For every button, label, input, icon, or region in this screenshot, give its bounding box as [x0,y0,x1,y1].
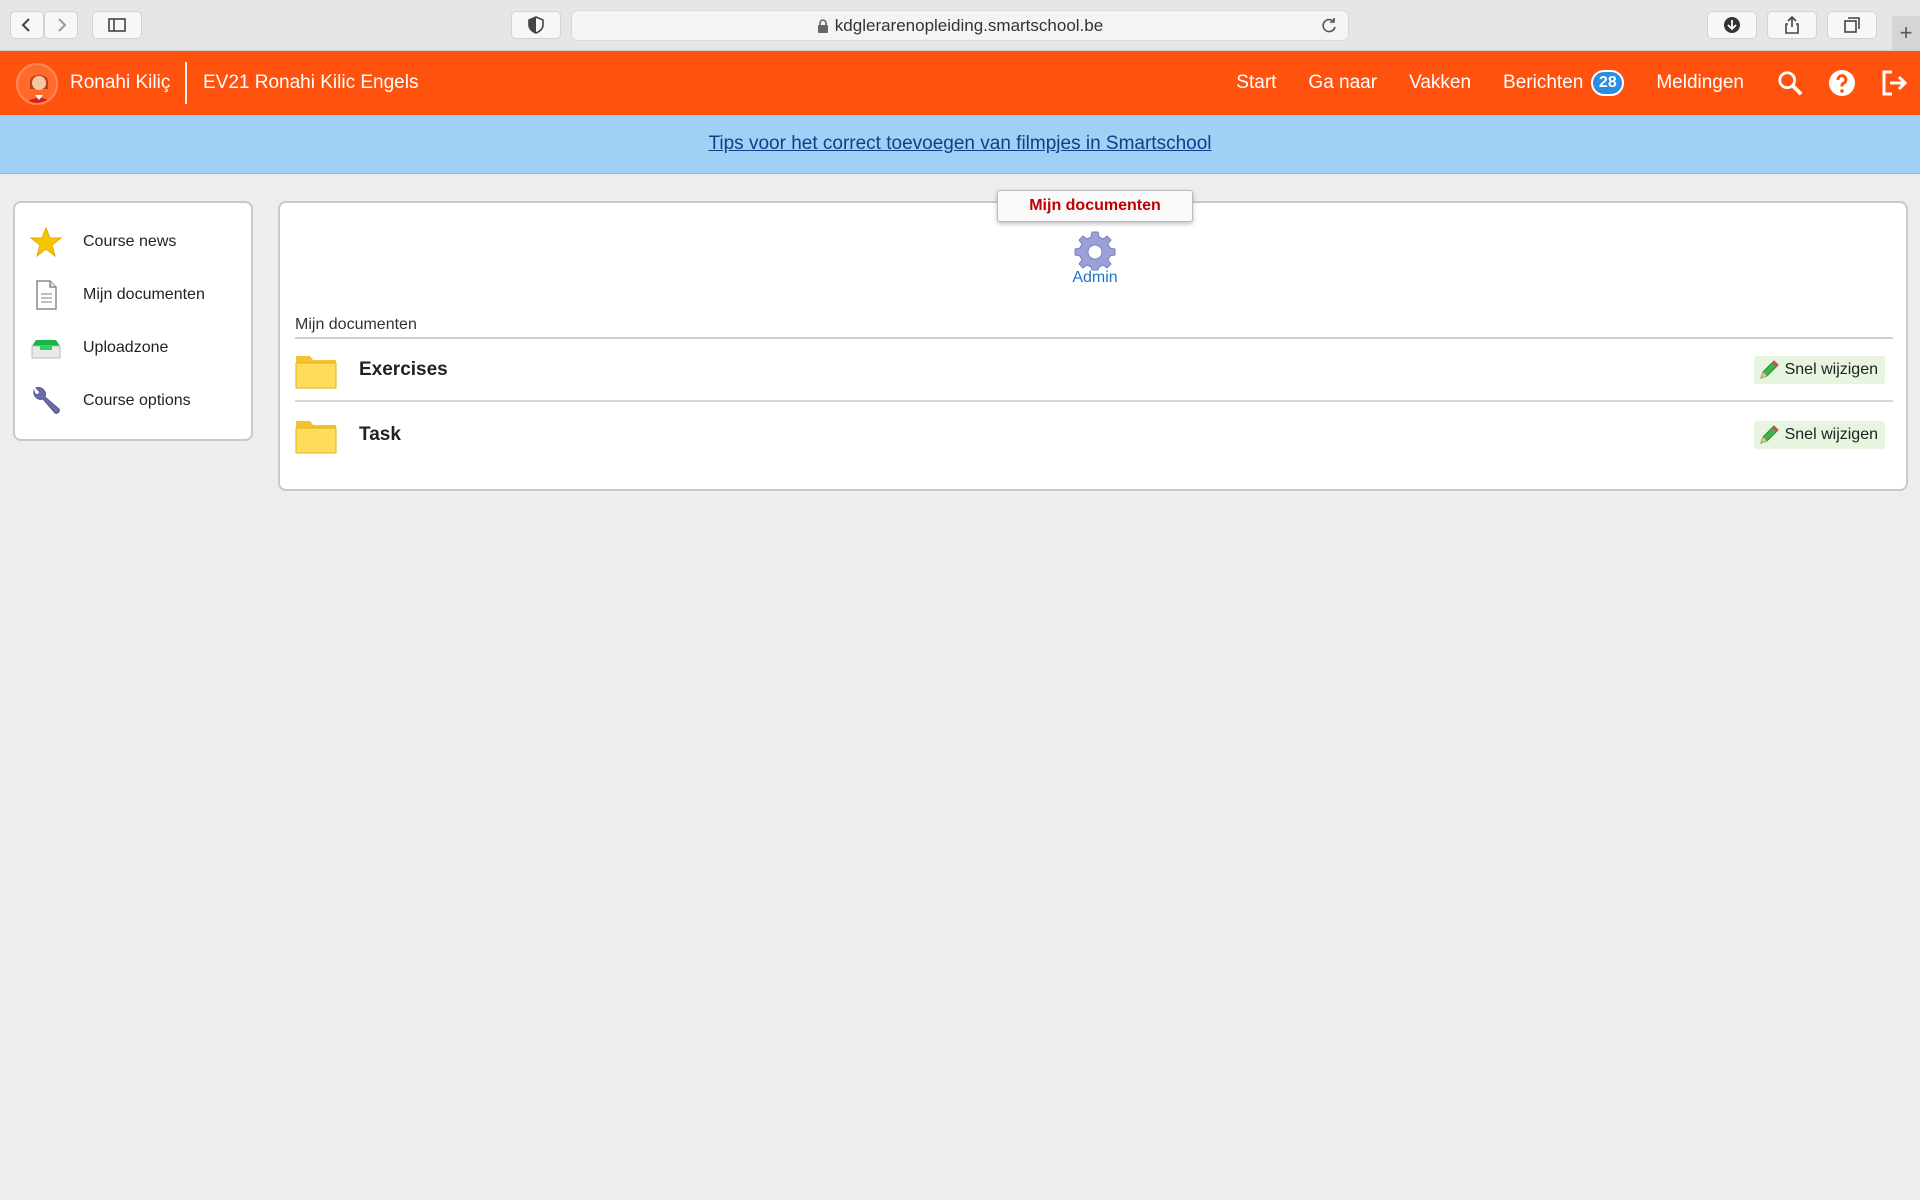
address-bar[interactable]: kdglerarenopleiding.smartschool.be [571,10,1349,41]
top-navigation: Ronahi Kiliç EV21 Ronahi Kilic Engels St… [0,51,1920,115]
info-banner: Tips voor het correct toevoegen van film… [0,115,1920,174]
quick-edit-label: Snel wijzigen [1784,361,1878,378]
nav-meldingen[interactable]: Meldingen [1656,72,1744,94]
star-icon [29,225,63,259]
forward-button[interactable] [44,11,78,39]
folder-icon [295,421,337,454]
tabs-icon [1844,17,1860,33]
quick-edit-button[interactable]: Snel wijzigen [1753,421,1885,449]
share-icon [1785,16,1799,34]
privacy-shield-button[interactable] [511,11,561,39]
pencil-icon [1759,425,1779,444]
new-tab-button[interactable]: + [1892,16,1920,50]
nav-berichten-label: Berichten [1503,72,1584,93]
nav-start-label: Start [1236,72,1277,93]
document-icon [29,278,63,312]
quick-edit-button[interactable]: Snel wijzigen [1753,356,1885,384]
folder-icon [295,356,337,389]
folder-name[interactable]: Exercises [359,359,1754,381]
sidebar-item-label: Mijn documenten [83,285,205,303]
plus-icon: + [1899,20,1913,45]
sidebar-item-course-options[interactable]: Course options [15,374,251,427]
sidebar-toggle-button[interactable] [92,11,142,39]
help-button[interactable] [1828,69,1856,97]
chevron-right-icon [58,18,67,32]
user-avatar-icon [18,65,56,103]
chevron-left-icon [21,18,30,32]
logout-button[interactable] [1880,69,1908,97]
wrench-icon [29,384,63,418]
search-icon [1778,71,1803,96]
section-title: Mijn documenten [295,316,1893,339]
folder-row-task[interactable]: Task Snel wijzigen [295,404,1893,466]
sidebar-item-label: Course news [83,232,177,250]
sidebar-item-mijn-documenten[interactable]: Mijn documenten [15,268,251,321]
nav-vakken[interactable]: Vakken [1409,72,1471,94]
url-text: kdglerarenopleiding.smartschool.be [834,15,1104,35]
nav-links: Start Ga naar Vakken Berichten 28 Meldin… [1236,51,1920,115]
banner-link[interactable]: Tips voor het correct toevoegen van film… [708,133,1211,155]
help-icon [1829,70,1855,96]
inbox-tray-icon [29,331,63,365]
nav-ga-naar[interactable]: Ga naar [1308,72,1377,94]
sidebar-item-label: Uploadzone [83,338,169,356]
admin-button[interactable]: Admin [1070,229,1120,287]
messages-count-badge: 28 [1591,70,1625,96]
nav-berichten[interactable]: Berichten 28 [1503,70,1625,96]
browser-toolbar: kdglerarenopleiding.smartschool.be + [0,0,1920,51]
course-sidebar: Course news Mijn documenten Uploadzone C… [13,201,253,441]
admin-label: Admin [1072,269,1118,286]
tab-overview-button[interactable] [1827,11,1877,39]
lock-icon [817,18,828,33]
sidebar-icon [108,18,126,32]
download-icon [1724,17,1740,33]
sidebar-item-course-news[interactable]: Course news [15,215,251,268]
downloads-button[interactable] [1707,11,1757,39]
nav-ga-naar-label: Ga naar [1308,72,1378,93]
folder-name[interactable]: Task [359,424,1754,446]
pencil-icon [1759,360,1779,379]
logout-icon [1882,70,1908,96]
panel-title-tab: Mijn documenten [997,190,1193,222]
folder-row-exercises[interactable]: Exercises Snel wijzigen [295,340,1893,402]
quick-edit-label: Snel wijzigen [1784,426,1878,443]
nav-start[interactable]: Start [1236,72,1276,94]
back-button[interactable] [10,11,44,39]
user-name[interactable]: Ronahi Kiliç [70,72,170,94]
avatar[interactable] [16,63,58,105]
search-button[interactable] [1776,69,1804,97]
documents-panel: Mijn documenten Admin Mijn documenten Ex… [278,190,1908,491]
nav-divider [185,62,187,104]
share-button[interactable] [1767,11,1817,39]
gear-icon [1074,231,1116,271]
nav-meldingen-label: Meldingen [1656,72,1744,93]
reload-icon[interactable] [1320,17,1338,35]
course-title[interactable]: EV21 Ronahi Kilic Engels [203,72,418,94]
nav-vakken-label: Vakken [1409,72,1472,93]
sidebar-item-label: Course options [83,391,191,409]
shield-icon [528,16,544,34]
sidebar-item-uploadzone[interactable]: Uploadzone [15,321,251,374]
